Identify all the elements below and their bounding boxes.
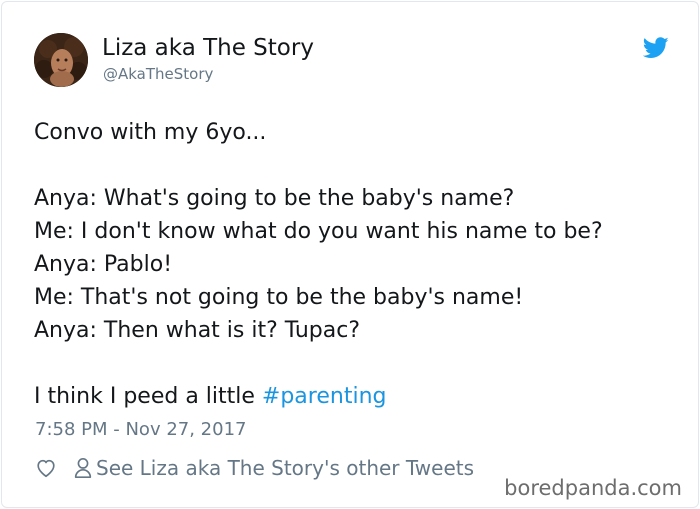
tweet-line: Anya: What's going to be the baby's name… (34, 186, 515, 211)
person-icon[interactable] (73, 457, 93, 479)
see-other-tweets-link[interactable]: See Liza aka The Story's other Tweets (96, 456, 474, 480)
hashtag-link[interactable]: #parenting (262, 384, 387, 409)
tweet-line: Me: That's not going to be the baby's na… (34, 285, 524, 310)
tweet-text: Convo with my 6yo... Anya: What's going … (34, 116, 674, 413)
tweet-actions: See Liza aka The Story's other Tweets (35, 454, 474, 482)
heart-icon[interactable] (35, 457, 57, 479)
tweet-line: Me: I don't know what do you want his na… (34, 219, 603, 244)
tweet-last-line: I think I peed a little #parenting (34, 380, 674, 413)
profile-photo-icon (34, 33, 88, 87)
watermark: boredpanda.com (504, 476, 682, 500)
tweet-timestamp[interactable]: 7:58 PM - Nov 27, 2017 (35, 419, 246, 440)
tweet-line-text: I think I peed a little (34, 384, 262, 409)
tweet-line: Convo with my 6yo... (34, 120, 267, 145)
twitter-bird-icon[interactable] (643, 37, 669, 59)
tweet-card: Liza aka The Story @AkaTheStory Convo wi… (1, 1, 699, 508)
tweet-line: Anya: Then what is it? Tupac? (34, 318, 361, 343)
tweet-line: Anya: Pablo! (34, 252, 173, 277)
author-display-name[interactable]: Liza aka The Story (102, 35, 314, 61)
author-handle[interactable]: @AkaTheStory (103, 65, 213, 83)
avatar[interactable] (34, 33, 88, 87)
